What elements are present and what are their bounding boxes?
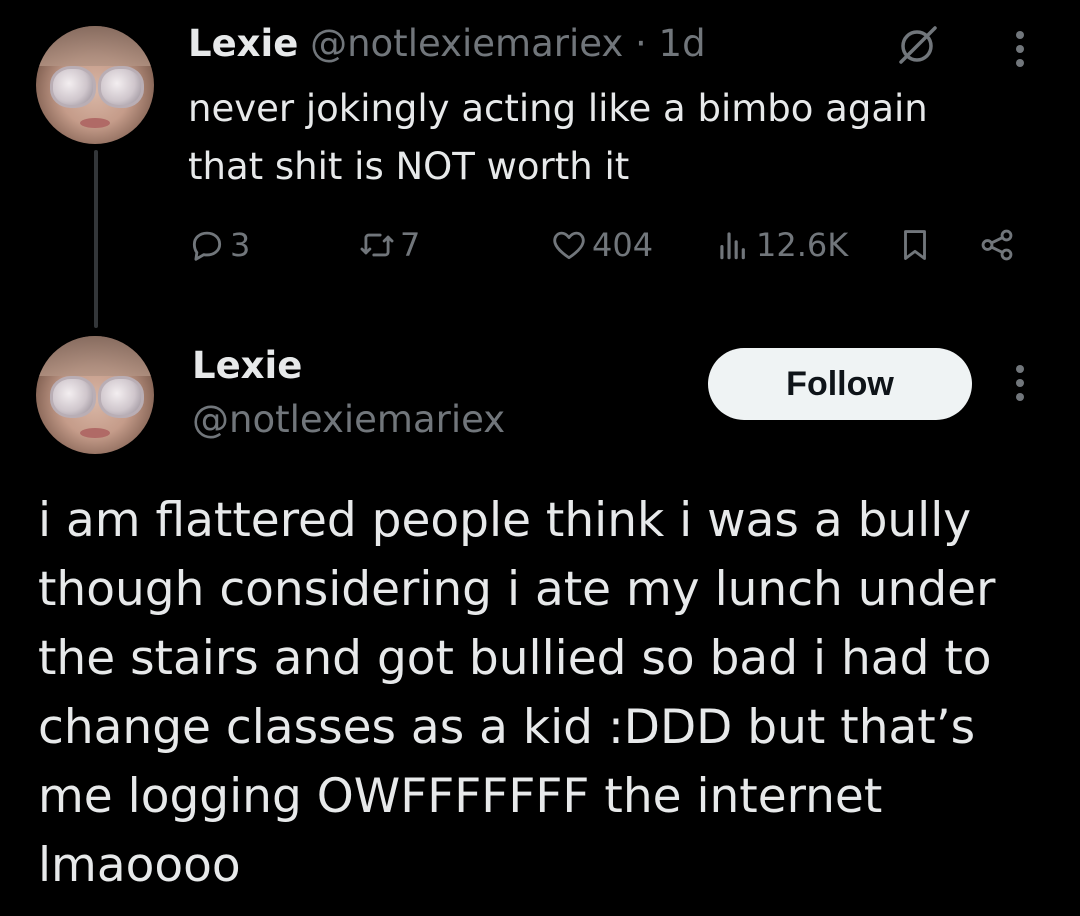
grok-icon[interactable] (893, 22, 941, 70)
reply-button[interactable]: 3 (188, 222, 250, 268)
reply-count: 3 (230, 226, 251, 264)
share-button[interactable] (978, 222, 1020, 268)
bookmark-button[interactable] (896, 222, 938, 268)
like-count: 404 (592, 226, 654, 264)
repost-icon (360, 233, 394, 257)
views-icon (720, 232, 745, 260)
display-name[interactable]: Lexie (192, 344, 302, 388)
separator: · (635, 22, 647, 65)
reply-icon (192, 231, 222, 261)
tweet-text: never jokingly acting like a bimbo again… (188, 80, 1008, 196)
timestamp[interactable]: 1d (659, 22, 706, 65)
display-name[interactable]: Lexie (188, 22, 298, 65)
repost-button[interactable]: 7 (358, 222, 420, 268)
action-bar: 3 7 404 12.6K (0, 222, 1080, 268)
avatar[interactable] (36, 26, 154, 144)
tweet-text: i am flattered people think i was a bull… (38, 493, 996, 893)
views-button[interactable]: 12.6K (714, 222, 848, 268)
like-button[interactable]: 404 (550, 222, 653, 268)
repost-count: 7 (400, 226, 421, 264)
like-icon (553, 231, 585, 260)
follow-button[interactable]: Follow (708, 348, 972, 420)
tweet-text-line: that shit is NOT worth it (188, 145, 630, 188)
more-icon[interactable] (1010, 362, 1030, 402)
avatar[interactable] (36, 336, 154, 454)
share-icon (981, 229, 1013, 261)
bookmark-icon (904, 230, 926, 260)
tweet-header: Lexie @notlexiemariex · 1d (188, 22, 706, 66)
views-count: 12.6K (756, 226, 849, 264)
more-icon[interactable] (1010, 28, 1030, 68)
handle[interactable]: @notlexiemariex (310, 22, 623, 65)
handle[interactable]: @notlexiemariex (192, 398, 505, 442)
tweet-text-line: never jokingly acting like a bimbo again (188, 87, 928, 130)
